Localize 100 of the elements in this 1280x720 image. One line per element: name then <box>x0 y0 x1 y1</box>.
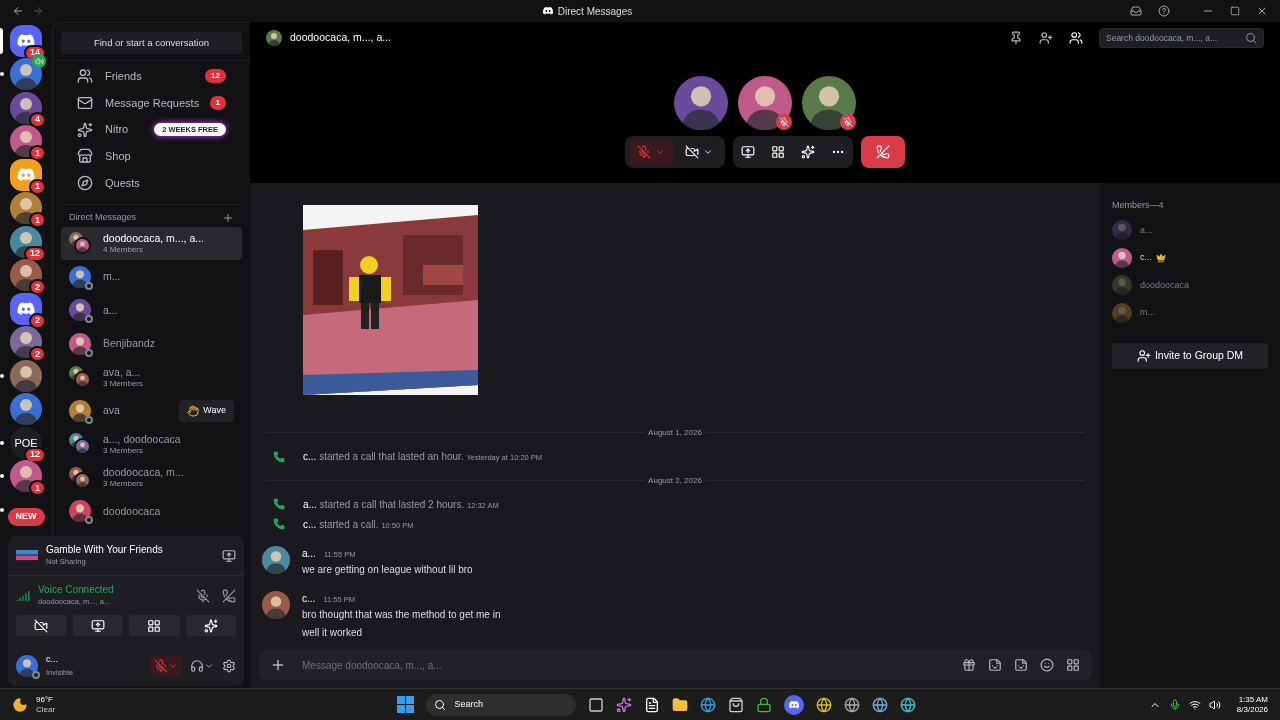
nav-item[interactable]: Shop <box>69 142 234 170</box>
server-icon[interactable]: 1 <box>10 192 42 225</box>
server-icon[interactable]: POE 12 <box>10 426 42 459</box>
screen-share-button[interactable] <box>72 615 123 637</box>
plus-icon[interactable] <box>270 657 286 673</box>
server-icon[interactable]: 2 <box>10 326 42 359</box>
server-icon[interactable]: 1 <box>10 460 42 493</box>
mic-icon[interactable] <box>1168 698 1181 711</box>
activities-icon[interactable] <box>771 145 785 159</box>
member-item[interactable]: a... <box>1112 216 1268 244</box>
globe-icon[interactable] <box>844 696 861 713</box>
server-icon[interactable]: 4 <box>10 91 42 124</box>
dm-subtitle: 3 Members <box>103 378 144 389</box>
network-icon[interactable] <box>1188 698 1201 711</box>
dm-item[interactable]: doodoocaca <box>61 494 242 529</box>
volume-icon[interactable] <box>1208 698 1221 711</box>
windows-logo-icon[interactable] <box>397 696 415 713</box>
server-icon[interactable] <box>10 393 42 426</box>
member-item[interactable]: c... <box>1112 244 1268 272</box>
server-icon[interactable] <box>10 359 42 392</box>
screen-share-icon[interactable] <box>222 548 236 563</box>
camera-off-button[interactable] <box>16 615 67 637</box>
dm-item[interactable]: ava, a... 3 Members <box>61 360 242 395</box>
copilot-icon[interactable] <box>616 696 633 713</box>
search-icon <box>434 698 447 711</box>
wave-button[interactable]: Wave <box>179 400 234 422</box>
server-icon[interactable]: 2 <box>10 292 42 325</box>
maximize-icon[interactable] <box>1230 6 1240 16</box>
screen-share-icon[interactable] <box>741 145 755 159</box>
sparkle-icon <box>77 121 93 138</box>
member-item[interactable]: doodoocaca <box>1112 271 1268 299</box>
members-icon[interactable] <box>1069 31 1083 45</box>
weather-icon[interactable] <box>12 696 28 713</box>
server-avatar <box>10 359 42 392</box>
compass-icon <box>77 174 93 191</box>
dm-name: doodoocaca, m..., a... <box>103 231 205 245</box>
server-icon[interactable]: 1 <box>10 158 42 191</box>
member-avatar <box>1112 302 1132 323</box>
help-icon[interactable] <box>1158 5 1170 17</box>
nav-item[interactable]: Message Requests 1 <box>69 89 234 117</box>
dm-item[interactable]: a..., doodoocaca 3 Members <box>61 427 242 462</box>
document-icon[interactable] <box>644 696 661 713</box>
add-user-icon <box>1136 348 1151 363</box>
gift-icon[interactable] <box>962 658 976 672</box>
plus-icon[interactable] <box>222 211 234 224</box>
sparkle-icon <box>203 618 218 633</box>
invite-button[interactable]: Invite to Group DM <box>1112 342 1268 369</box>
server-icon[interactable]: 12 <box>10 225 42 258</box>
soundboard-button[interactable] <box>185 615 236 637</box>
settings-icon[interactable] <box>222 658 236 673</box>
disconnect-icon[interactable] <box>222 588 236 603</box>
dm-name: a..., doodoocaca <box>103 432 182 446</box>
app-icon[interactable] <box>900 696 917 713</box>
grid-icon <box>147 618 162 633</box>
nav-item[interactable]: Quests <box>69 169 234 197</box>
phone-icon <box>273 518 285 531</box>
phone-icon <box>273 498 285 511</box>
find-conversation-button[interactable]: Find or start a conversation <box>61 32 242 55</box>
dm-item[interactable]: ava Wave <box>61 394 242 428</box>
people-icon <box>77 68 93 85</box>
nav-item[interactable]: Friends 12 <box>69 63 234 90</box>
lock-icon[interactable] <box>756 696 773 713</box>
taskbar-search[interactable]: Search <box>426 693 577 716</box>
caret-icon <box>703 147 713 157</box>
search-field[interactable]: Search doodoocaca, m..., a... <box>1099 28 1264 48</box>
back-icon[interactable] <box>12 5 24 17</box>
soundboard-icon[interactable] <box>801 145 815 159</box>
discord-logo-icon <box>788 698 801 711</box>
emoji-icon[interactable] <box>1040 658 1054 672</box>
dm-item[interactable]: doodoocaca, m..., a... 4 Members <box>61 226 242 261</box>
dm-name: doodoocaca <box>103 504 162 518</box>
headphones-button[interactable] <box>190 658 214 673</box>
browser-icon[interactable] <box>700 696 717 713</box>
pin-icon[interactable] <box>1009 31 1023 45</box>
mute-button[interactable] <box>150 655 182 676</box>
server-avatar <box>10 259 42 292</box>
add-friend-icon[interactable] <box>1039 31 1053 45</box>
server-icon[interactable]: 14 <box>10 24 42 57</box>
dm-item[interactable]: m... <box>61 260 242 294</box>
apps-icon[interactable] <box>1066 658 1080 672</box>
activity-button[interactable] <box>129 615 180 637</box>
hang-up-button[interactable] <box>861 136 905 168</box>
new-badge[interactable]: NEW <box>7 508 45 526</box>
task-view-icon[interactable] <box>588 696 605 713</box>
author-name: a... <box>302 547 316 561</box>
participant-avatar <box>802 76 856 130</box>
dm-item[interactable]: a... <box>61 293 242 328</box>
member-avatar <box>1112 220 1132 241</box>
folder-icon[interactable] <box>672 696 689 713</box>
dm-item[interactable]: doodoocaca, m... 3 Members <box>61 461 242 495</box>
member-item[interactable]: m... <box>1112 299 1268 327</box>
clock-date: 8/3/2026 <box>1236 704 1268 715</box>
store-icon[interactable] <box>728 696 745 713</box>
discord-app-icon[interactable] <box>784 694 805 715</box>
server-icon[interactable]: 2 <box>10 259 42 292</box>
close-icon[interactable] <box>1256 5 1268 17</box>
inbox-icon[interactable] <box>1130 5 1142 17</box>
server-icon[interactable]: 1 <box>10 125 42 158</box>
dm-item[interactable]: Benjibandz <box>61 327 242 361</box>
sticker-icon[interactable] <box>1014 658 1028 672</box>
